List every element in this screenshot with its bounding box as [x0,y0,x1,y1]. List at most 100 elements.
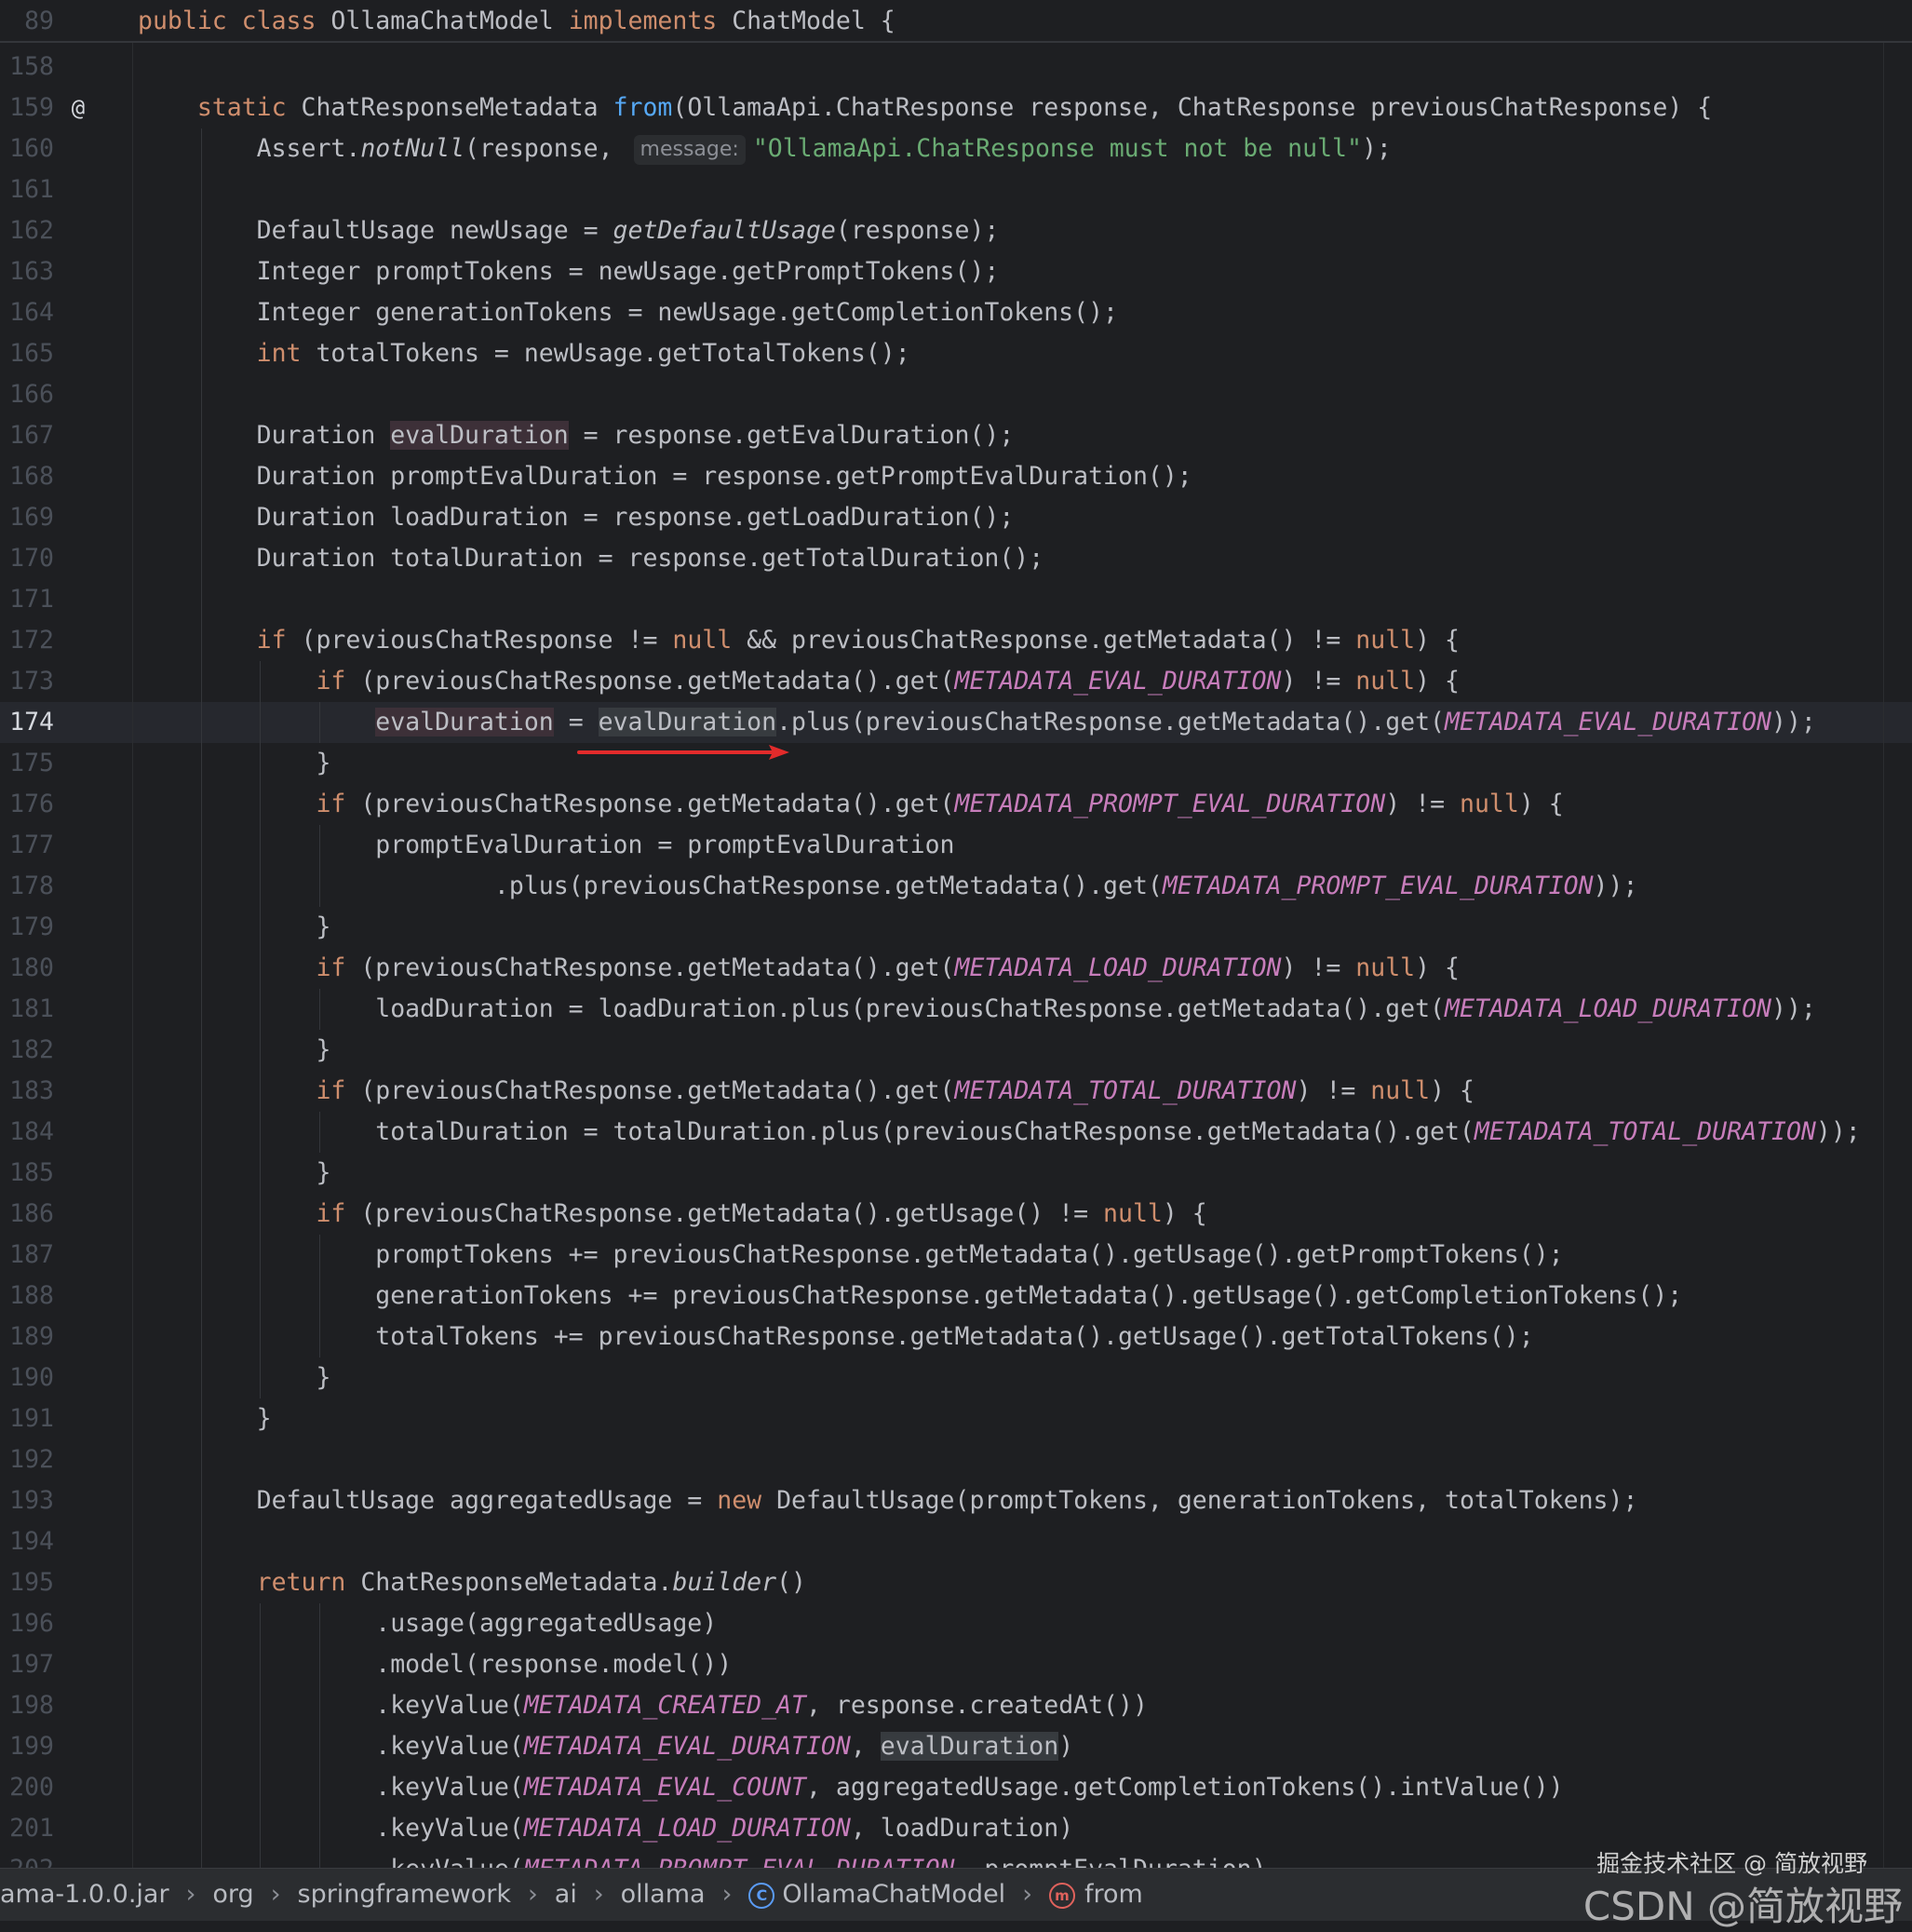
code-line[interactable]: 162 DefaultUsage newUsage = getDefaultUs… [0,210,1912,251]
breadcrumb-item[interactable]: ama-1.0.0.jar [0,1869,169,1921]
code-text: static ChatResponseMetadata from(OllamaA… [138,88,1712,128]
code-line[interactable]: 160 Assert.notNull(response, message: "Ol… [0,128,1912,169]
code-token: METADATA_EVAL_COUNT [523,1773,806,1802]
code-token: implements [568,7,733,35]
breadcrumb-item[interactable]: org [212,1869,253,1921]
code-line[interactable]: 200 .keyValue(METADATA_EVAL_COUNT, aggre… [0,1767,1912,1808]
code-line[interactable]: 173 if (previousChatResponse.getMetadata… [0,661,1912,702]
code-line[interactable]: 191 } [0,1398,1912,1439]
breadcrumb-item[interactable]: springframework [298,1869,511,1921]
code-line[interactable]: 177 promptEvalDuration = promptEvalDurat… [0,825,1912,866]
code-text: int totalTokens = newUsage.getTotalToken… [138,333,910,374]
code-line[interactable]: 170 Duration totalDuration = response.ge… [0,538,1912,579]
code-line[interactable]: 198 .keyValue(METADATA_CREATED_AT, respo… [0,1685,1912,1726]
code-token: ); [1361,134,1392,163]
code-line[interactable]: 163 Integer promptTokens = newUsage.getP… [0,251,1912,292]
code-line[interactable]: 196 .usage(aggregatedUsage) [0,1603,1912,1644]
code-line[interactable]: 172 if (previousChatResponse != null && … [0,620,1912,661]
code-line[interactable]: 190 } [0,1358,1912,1398]
code-token: loadDuration = loadDuration.plus(previou… [138,994,1445,1023]
code-line[interactable]: 171 [0,579,1912,620]
code-token: evalDuration [375,708,554,736]
code-line[interactable]: 181 loadDuration = loadDuration.plus(pre… [0,989,1912,1030]
code-line[interactable]: 185 } [0,1153,1912,1194]
code-line[interactable]: 176 if (previousChatResponse.getMetadata… [0,784,1912,825]
code-token: ) [1058,1732,1074,1761]
code-token: .usage(aggregatedUsage) [138,1609,718,1638]
line-number: 191 [9,1404,54,1433]
code-token: ) { [1518,790,1564,818]
code-token: DefaultUsage newUsage = [138,216,613,245]
code-line[interactable]: 184 totalDuration = totalDuration.plus(p… [0,1112,1912,1153]
code-line[interactable]: 178 .plus(previousChatResponse.getMetada… [0,866,1912,907]
code-editor[interactable]: 89 public class OllamaChatModel implemen… [0,0,1912,1868]
code-token: totalTokens += previousChatResponse.getM… [138,1322,1534,1351]
code-line[interactable]: 189 totalTokens += previousChatResponse.… [0,1317,1912,1358]
code-token: evalDuration [880,1732,1059,1761]
code-token: Integer generationTokens = newUsage.getC… [138,298,1118,327]
breadcrumb-item[interactable]: C OllamaChatModel [748,1869,1005,1921]
code-token: DefaultUsage(promptTokens, generationTok… [776,1486,1638,1515]
code-token: = [553,708,599,736]
code-line[interactable]: 199 .keyValue(METADATA_EVAL_DURATION, ev… [0,1726,1912,1767]
code-line[interactable]: 164 Integer generationTokens = newUsage.… [0,292,1912,333]
code-line[interactable]: 179 } [0,907,1912,948]
code-text: Integer promptTokens = newUsage.getPromp… [138,251,1000,292]
line-number: 175 [9,749,54,777]
vertical-scrollbar[interactable] [1883,43,1912,1868]
code-text: .keyValue(METADATA_EVAL_COUNT, aggregate… [138,1767,1563,1808]
code-line[interactable]: 192 [0,1439,1912,1480]
code-line[interactable]: 195 return ChatResponseMetadata.builder(… [0,1562,1912,1603]
code-line[interactable]: 161 [0,169,1912,210]
code-line[interactable]: 180 if (previousChatResponse.getMetadata… [0,948,1912,989]
code-token: , response.createdAt()) [805,1691,1148,1720]
code-token: Integer promptTokens = newUsage.getPromp… [138,257,1000,286]
annotation-gutter-icon[interactable]: @ [65,95,91,121]
indent-guide [318,1112,320,1153]
sticky-class-header[interactable]: 89 public class OllamaChatModel implemen… [0,0,1912,43]
code-line[interactable]: 188 generationTokens += previousChatResp… [0,1276,1912,1317]
code-token: totalTokens = newUsage.getTotalTokens(); [316,339,910,368]
code-line[interactable]: 175 } [0,743,1912,784]
code-token: } [138,1363,331,1392]
code-token: evalDuration [390,421,569,450]
code-line[interactable]: 194 [0,1521,1912,1562]
code-line[interactable]: 201 .keyValue(METADATA_LOAD_DURATION, lo… [0,1808,1912,1849]
watermark-csdn: CSDN @简放视野 [1582,1884,1903,1929]
current-code-line[interactable]: 174 evalDuration = evalDuration.plus(pre… [0,702,1912,743]
code-line[interactable]: 182 } [0,1030,1912,1071]
code-line[interactable]: 169 Duration loadDuration = response.get… [0,497,1912,538]
code-line[interactable]: 167 Duration evalDuration = response.get… [0,415,1912,456]
code-token: (response, [465,134,628,163]
code-line[interactable]: 187 promptTokens += previousChatResponse… [0,1235,1912,1276]
code-text: generationTokens += previousChatResponse… [138,1276,1682,1317]
code-text: .model(response.model()) [138,1644,732,1685]
code-text: totalDuration = totalDuration.plus(previ… [138,1112,1860,1153]
code-text: return ChatResponseMetadata.builder() [138,1562,806,1603]
breadcrumb-item[interactable]: ai [555,1869,577,1921]
code-token: METADATA_PROMPT_EVAL_DURATION [1162,871,1594,900]
code-token: if [256,626,302,655]
code-line[interactable]: 186 if (previousChatResponse.getMetadata… [0,1194,1912,1235]
code-text: Assert.notNull(response, message: "Ollama… [138,128,1392,169]
breadcrumb-item[interactable]: m from [1049,1869,1143,1921]
code-token: .model(response.model()) [138,1650,733,1679]
line-number: 196 [9,1609,54,1638]
code-line[interactable]: 166 [0,374,1912,415]
code-line[interactable]: 158 [0,47,1912,88]
method-icon: m [1049,1883,1075,1909]
code-line[interactable]: 183 if (previousChatResponse.getMetadata… [0,1071,1912,1112]
code-line[interactable]: 197 .model(response.model()) [0,1644,1912,1685]
code-line[interactable]: 165 int totalTokens = newUsage.getTotalT… [0,333,1912,374]
code-line[interactable]: 159@ static ChatResponseMetadata from(Ol… [0,88,1912,128]
line-number: 174 [9,708,54,736]
code-line[interactable]: 168 Duration promptEvalDuration = respon… [0,456,1912,497]
breadcrumb-item[interactable]: ollama [621,1869,706,1921]
code-token: null [672,626,733,655]
code-token: return [256,1568,361,1597]
code-line[interactable]: 193 DefaultUsage aggregatedUsage = new D… [0,1480,1912,1521]
